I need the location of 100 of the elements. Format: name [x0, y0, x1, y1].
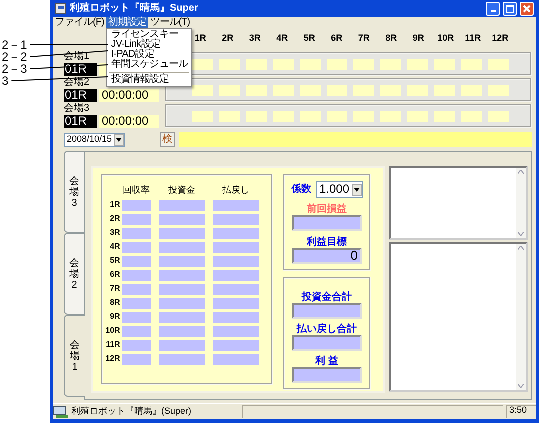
menu-option[interactable]: JV-Link設定	[108, 40, 190, 50]
coefficient-value: 1.000	[319, 182, 350, 196]
value-field[interactable]	[159, 270, 206, 282]
column-header: 回収率	[122, 186, 151, 196]
value-field[interactable]	[213, 256, 259, 268]
value-field[interactable]	[213, 354, 259, 366]
row-label: 5R	[109, 257, 122, 266]
list-box[interactable]	[389, 242, 528, 392]
field-label: 利益目標	[307, 237, 347, 248]
race-box	[192, 84, 213, 96]
menu-item[interactable]: ツール(T)	[148, 17, 192, 28]
value-field[interactable]	[292, 335, 362, 351]
race-box	[353, 110, 374, 122]
value-field[interactable]	[159, 228, 206, 240]
value-field[interactable]	[159, 326, 206, 338]
coefficient-dropdown[interactable]: 1.000	[316, 181, 363, 198]
value-field[interactable]: 0	[292, 248, 362, 264]
value-field[interactable]	[213, 284, 259, 296]
search-button[interactable]: 検	[160, 132, 176, 147]
value-field[interactable]	[159, 354, 206, 366]
value-field[interactable]	[122, 214, 152, 226]
value-field[interactable]	[292, 215, 362, 231]
race-box	[326, 110, 348, 122]
value-field[interactable]	[159, 284, 206, 296]
field-label: 前回損益	[307, 204, 347, 215]
row-label: 1R	[109, 201, 122, 210]
menu-option[interactable]: ライセンスキー	[108, 30, 190, 40]
value-field[interactable]	[213, 228, 259, 240]
race-box	[272, 58, 294, 70]
race-label: 6R	[330, 34, 344, 44]
venue-tab[interactable]: 会場1	[64, 315, 85, 397]
race-label: 5R	[302, 34, 316, 44]
value-field[interactable]	[122, 312, 152, 324]
race-box	[488, 84, 509, 96]
race-box	[300, 84, 321, 96]
menu-option[interactable]: I-PAD設定	[108, 50, 190, 60]
value-field[interactable]	[159, 214, 206, 226]
race-label: 10R	[436, 34, 456, 44]
value-field[interactable]	[213, 214, 259, 226]
value-field[interactable]	[122, 354, 152, 366]
coefficient-label: 係数	[291, 184, 312, 195]
race-box	[326, 58, 348, 70]
race-box	[326, 84, 348, 96]
value-field[interactable]	[122, 340, 152, 352]
date-dropdown[interactable]: 2008/10/15	[64, 132, 126, 146]
value-field[interactable]	[122, 256, 152, 268]
value-field[interactable]	[159, 200, 206, 212]
value-field[interactable]	[159, 256, 206, 268]
computer-icon	[53, 406, 69, 418]
status-time: 3:50	[506, 405, 536, 418]
value-field[interactable]	[122, 270, 152, 282]
value-field[interactable]	[122, 284, 152, 296]
value-field[interactable]	[122, 228, 152, 240]
maximize-button[interactable]	[503, 2, 517, 16]
value-field[interactable]	[122, 298, 152, 310]
race-label: 8R	[384, 34, 398, 44]
value-field[interactable]	[122, 326, 152, 338]
value-field[interactable]	[159, 340, 206, 352]
race-box	[434, 110, 456, 122]
annotation-label: 2－1	[2, 40, 28, 50]
app-icon	[55, 2, 67, 14]
value-field[interactable]	[213, 298, 259, 310]
value-field[interactable]	[213, 270, 259, 282]
value-field[interactable]	[292, 367, 362, 383]
race-box	[272, 84, 294, 96]
value-field[interactable]	[122, 200, 152, 212]
row-label: 2R	[109, 215, 122, 224]
value-field[interactable]	[213, 242, 259, 254]
scroll-up-icon	[518, 170, 524, 174]
value-field[interactable]	[122, 242, 152, 254]
value-field[interactable]	[292, 303, 362, 319]
race-label: 12R	[491, 34, 510, 44]
value-field[interactable]	[213, 312, 259, 324]
value-field[interactable]	[213, 340, 259, 352]
minimize-button[interactable]	[486, 2, 500, 16]
row-label: 4R	[109, 243, 122, 252]
vertical-scrollbar[interactable]	[516, 168, 526, 238]
race-box	[407, 84, 428, 96]
race-box	[192, 110, 213, 122]
menu-option[interactable]: 年間スケジュール	[108, 60, 190, 70]
value-field[interactable]	[159, 242, 206, 254]
value-field[interactable]	[159, 312, 206, 324]
race-box	[353, 58, 374, 70]
row-label: 12R	[105, 355, 122, 364]
menu-item[interactable]: 初期設定	[106, 17, 148, 28]
race-label: 4R	[276, 34, 290, 44]
close-button[interactable]	[520, 2, 534, 16]
vertical-scrollbar[interactable]	[516, 244, 526, 390]
menu-item[interactable]: ファイル(F)	[53, 17, 106, 28]
race-label: 1R	[194, 34, 208, 44]
value-field[interactable]	[213, 200, 259, 212]
annotation-label: 2－3	[2, 64, 28, 74]
venue-label: 会場3	[64, 104, 90, 114]
list-box[interactable]	[389, 166, 528, 240]
value-field[interactable]	[213, 326, 259, 338]
value-field[interactable]	[159, 298, 206, 310]
venue-tab[interactable]: 会場2	[64, 233, 84, 315]
venue-tab[interactable]: 会場3	[64, 151, 84, 233]
row-label: 9R	[109, 313, 122, 322]
menu-option[interactable]: 投資情報設定	[108, 75, 190, 85]
